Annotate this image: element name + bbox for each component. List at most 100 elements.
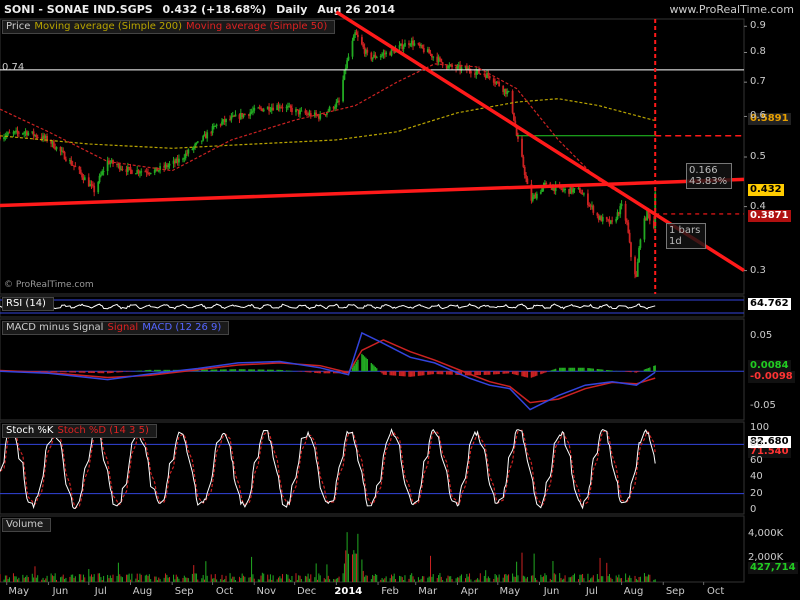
candle-body <box>513 112 515 121</box>
x-axis-label: Feb <box>381 586 399 597</box>
candle-body <box>21 133 24 135</box>
candle-body <box>371 57 374 60</box>
candle-body <box>253 107 256 111</box>
price-ytick-label: 0.8 <box>750 46 766 58</box>
candle-body <box>627 222 630 233</box>
price-last-box: 0.432 <box>748 184 784 196</box>
candle-body <box>250 111 253 113</box>
candle-body <box>8 132 11 134</box>
candle-body <box>272 107 275 111</box>
candle-body <box>268 106 270 111</box>
price-ytick-label: 0.9 <box>750 20 766 32</box>
candle-body <box>347 56 350 61</box>
candle-body <box>52 141 55 148</box>
candle-body <box>74 166 77 168</box>
candle-body <box>93 185 96 193</box>
rsi-last-box: 64.762 <box>748 298 791 310</box>
candle-body <box>129 167 132 171</box>
candle-body <box>564 189 566 191</box>
change-pct: 43.83% <box>689 176 728 187</box>
volume-legend-label: Volume <box>6 519 44 530</box>
candle-body <box>214 125 217 127</box>
candle-body <box>252 110 254 112</box>
candle-body <box>3 137 5 140</box>
macd-ytick-label: -0.05 <box>750 400 776 412</box>
candle-body <box>638 247 640 263</box>
candle-body <box>186 153 188 155</box>
candle-body <box>352 35 355 41</box>
copyright-label: © ProRealTime.com <box>4 280 94 290</box>
x-axis-label: Oct <box>215 586 234 597</box>
candle-body <box>619 206 622 215</box>
candle-body <box>65 159 67 161</box>
candle-body <box>291 107 293 113</box>
x-axis-label: Mar <box>418 586 438 597</box>
candle-body <box>342 79 344 102</box>
chart-canvas[interactable] <box>0 0 800 600</box>
candle-body <box>361 37 363 45</box>
candle-body <box>300 110 303 112</box>
candle-body <box>249 112 252 116</box>
candle-body <box>582 193 585 195</box>
candle-body <box>634 257 636 275</box>
candle-body <box>187 149 190 154</box>
candle-body <box>221 121 223 125</box>
candle-body <box>102 171 105 173</box>
candle-body <box>535 193 538 199</box>
macd-legend-hist: MACD minus Signal <box>6 322 104 333</box>
stoch-ytick-label: 60 <box>750 454 763 466</box>
candle-body <box>12 132 15 134</box>
change-annotation: 0.166 43.83% <box>686 163 732 189</box>
stoch-legend-d: Stoch %D (14 3 5) <box>57 425 149 436</box>
candle-body <box>596 212 599 216</box>
candle-body <box>191 148 194 150</box>
price-ytick-label: 0.3 <box>750 264 766 276</box>
candle-body <box>636 262 639 277</box>
candle-body <box>234 114 237 117</box>
volume-ytick-label: 4,000K <box>748 528 784 539</box>
x-axis-label: Aug <box>623 586 644 597</box>
candle-body <box>362 44 365 48</box>
candle-body <box>409 44 412 46</box>
x-axis-label: Sep <box>665 586 685 597</box>
candle-body <box>121 168 124 170</box>
volume-ytick-label: 2,000K <box>748 552 784 563</box>
candle-body <box>328 106 331 111</box>
candle-body <box>398 45 401 49</box>
stoch-ytick-label: 40 <box>750 471 763 483</box>
candle-body <box>620 203 623 207</box>
candle-body <box>630 242 632 258</box>
candle-body <box>605 217 608 220</box>
candle-body <box>17 132 20 134</box>
candle-body <box>343 70 346 80</box>
candle-body <box>479 73 482 75</box>
candle-body <box>335 102 338 108</box>
candle-body <box>492 78 495 83</box>
candle-body <box>526 178 529 185</box>
candle-body <box>381 54 383 56</box>
candle-body <box>27 132 30 136</box>
candle-body <box>230 116 233 120</box>
candle-body <box>23 132 26 134</box>
bars-period: 1d <box>669 236 682 247</box>
candle-body <box>202 135 205 141</box>
x-axis-label: Jul <box>585 586 598 597</box>
x-axis-label: Oct <box>706 586 725 597</box>
candle-body <box>219 124 222 126</box>
stoch-ytick-label: 100 <box>750 422 770 433</box>
volume-legend: Volume <box>2 518 52 532</box>
candle-body <box>432 56 435 58</box>
candle-body <box>178 158 180 163</box>
candle-body <box>611 220 614 222</box>
candle-body <box>59 146 62 152</box>
x-axis-label: 2014 <box>334 586 363 597</box>
panel-price <box>0 18 745 295</box>
candle-body <box>130 170 133 174</box>
x-axis-label: Aug <box>132 586 153 597</box>
candle-body <box>601 217 604 222</box>
x-axis-label: Jun <box>52 586 69 597</box>
candle-body <box>545 183 548 185</box>
candle-body <box>79 169 82 174</box>
candle-body <box>628 232 631 243</box>
candle-body <box>643 218 646 240</box>
